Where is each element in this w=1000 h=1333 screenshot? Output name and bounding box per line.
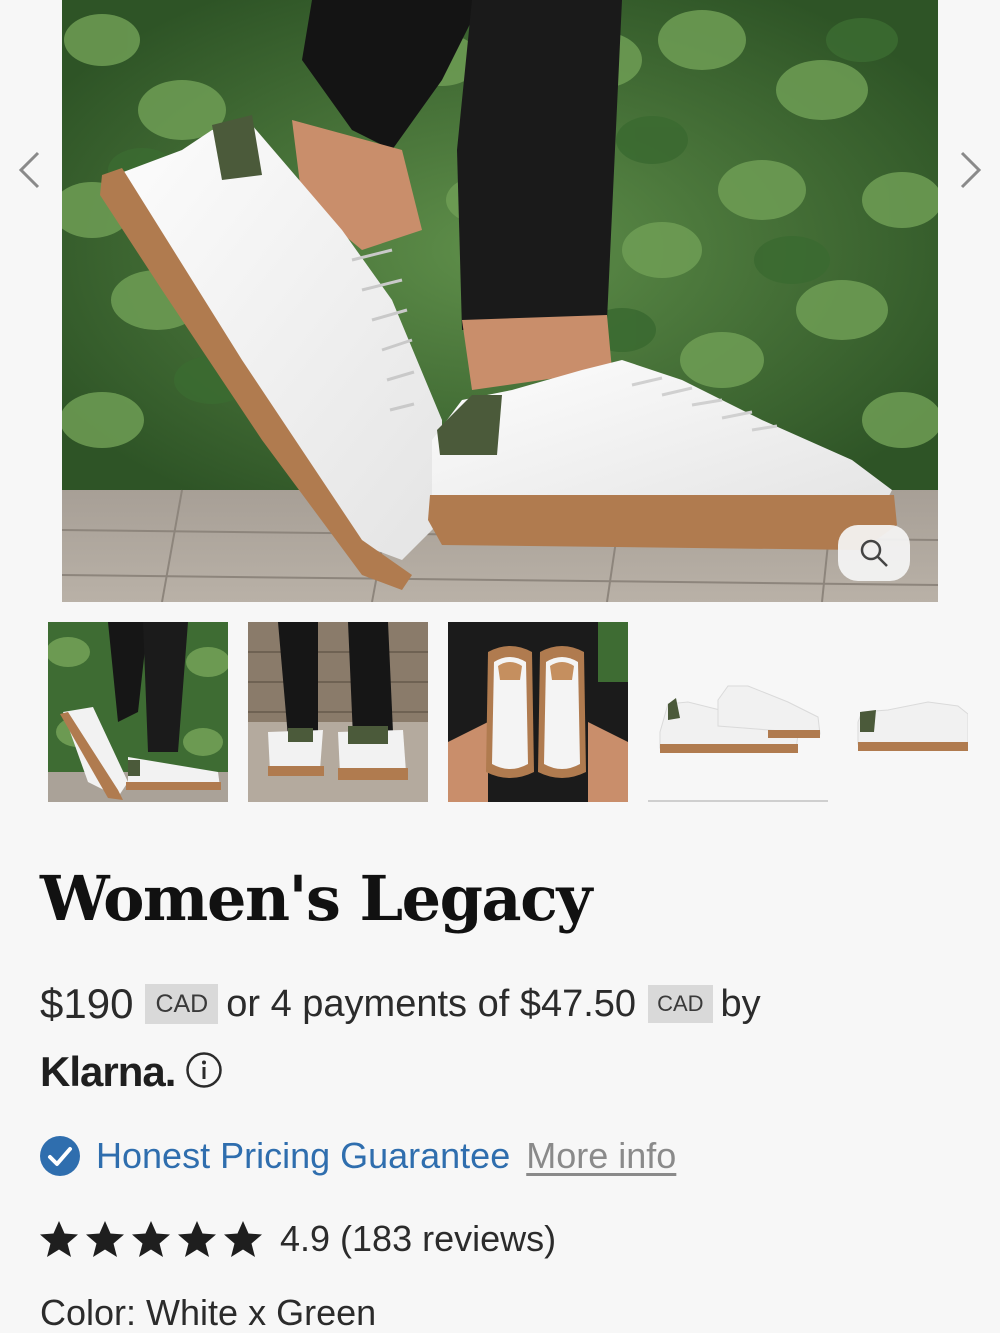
star-rating — [38, 1218, 268, 1260]
thumbnail-strip — [48, 622, 968, 804]
thumbnail-1[interactable] — [48, 622, 228, 802]
price: $190 — [40, 980, 134, 1027]
klarna-line: Klarna. — [40, 1048, 223, 1096]
thumbnail-2[interactable] — [248, 622, 428, 802]
rating-summary[interactable]: 4.9 (183 reviews) — [38, 1218, 556, 1260]
chevron-left-icon — [18, 151, 40, 189]
guarantee-label: Honest Pricing Guarantee — [96, 1135, 511, 1176]
honest-pricing-guarantee: Honest Pricing Guarantee More info — [38, 1134, 676, 1178]
check-badge-icon — [40, 1136, 80, 1176]
hero-product-image[interactable] — [62, 0, 938, 602]
currency-badge: CAD — [145, 984, 219, 1024]
thumbnail-image — [248, 622, 428, 802]
hero-image-art — [62, 0, 938, 602]
klarna-logo: Klarna. — [40, 1048, 176, 1095]
color-value: White x Green — [146, 1292, 377, 1333]
product-page: Women's Legacy $190 CAD or 4 payments of… — [0, 0, 1000, 1333]
chevron-right-icon — [960, 151, 982, 189]
installment-suffix: by — [720, 982, 761, 1025]
zoom-button[interactable] — [838, 525, 910, 581]
gallery-next-button[interactable] — [956, 150, 986, 190]
thumbnail-image — [448, 622, 628, 802]
more-info-link[interactable]: More info — [526, 1135, 676, 1177]
color-selection: Color: White x Green — [40, 1292, 376, 1333]
thumbnail-3[interactable] — [448, 622, 628, 802]
product-title: Women's Legacy — [40, 862, 592, 935]
gallery-prev-button[interactable] — [14, 150, 44, 190]
rating-value: 4.9 — [280, 1218, 331, 1259]
stars-icon — [40, 1221, 262, 1257]
thumbnail-image — [648, 622, 828, 800]
info-icon[interactable] — [185, 1051, 223, 1094]
thumbnail-image — [48, 622, 228, 802]
review-count: (183 reviews) — [340, 1218, 557, 1259]
price-line: $190 CAD or 4 payments of $47.50 CAD by — [40, 980, 761, 1028]
thumbnail-5[interactable] — [848, 622, 968, 802]
installment-prefix: or 4 payments of — [226, 982, 510, 1025]
thumbnail-image — [848, 622, 968, 802]
color-label: Color: — [40, 1292, 137, 1333]
installment-currency-badge: CAD — [648, 985, 713, 1023]
zoom-icon — [860, 539, 888, 567]
installment-amount: $47.50 — [519, 982, 637, 1025]
thumbnail-4[interactable] — [648, 622, 828, 802]
